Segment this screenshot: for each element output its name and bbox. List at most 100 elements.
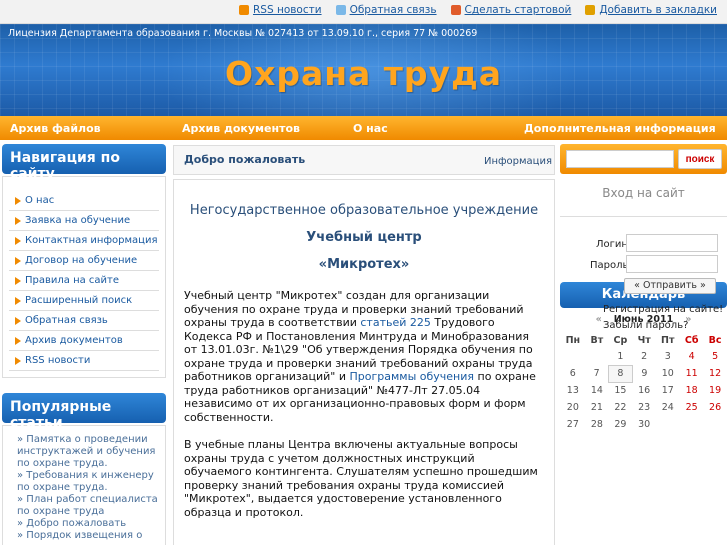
sidebar-item[interactable]: Заявка на обучение [9,211,159,231]
sidebar-item-label[interactable]: Расширенный поиск [25,295,132,306]
content-tabs: Добро пожаловать Информация [173,145,555,175]
calendar-week: 27 28 29 30 [560,416,727,433]
calendar-day[interactable]: 26 [704,399,727,416]
article-225-link[interactable]: статьей 225 [360,316,431,329]
calendar-day[interactable]: 28 [586,416,609,433]
nav-file-archive[interactable]: Архив файлов [10,122,101,135]
paragraph-2: В учебные планы Центра включены актуальн… [184,438,538,519]
top-links: RSS новости Обратная связь Сделать стартов… [238,4,717,16]
arrow-right-icon [15,196,21,205]
popular-articles: Популярные статьи » Памятка о проведении… [0,393,168,545]
forgot-password-link[interactable]: Забыли пароль? [603,320,688,331]
right-sidebar: поиск Вход на сайт Логин Пароль « Отправ… [560,144,727,433]
sidebar-item[interactable]: Архив документов [9,331,159,351]
popular-item[interactable]: » Требования к инженеру по охране труда. [17,470,159,494]
sidebar-item-label[interactable]: Обратная связь [25,315,108,326]
bookmark-icon [585,5,596,15]
sidebar-item[interactable]: Договор на обучение [9,251,159,271]
nav-about[interactable]: О нас [353,122,388,135]
search-box: поиск [560,144,727,174]
login-form: Логин Пароль « Отправить » Регистрация н… [560,216,727,372]
rss-icon [238,5,249,15]
navigation-list: О нас Заявка на обучение Контактная информ… [9,191,159,371]
password-label: Пароль [590,260,629,271]
training-program-link[interactable]: Программы обучения [350,370,475,383]
arrow-right-icon [15,256,21,265]
calendar-day[interactable]: 25 [680,399,704,416]
calendar-day[interactable]: 23 [633,399,656,416]
popular-title: Популярные статьи [2,393,166,431]
top-link-label: Добавить в закладки [599,4,717,16]
arrow-right-icon [15,236,21,245]
top-link-label: Обратная связь [349,4,437,16]
top-link-label: RSS новости [252,4,322,16]
login-label: Логин [596,239,628,250]
top-link-0[interactable]: RSS новости [238,4,322,16]
calendar-day [704,416,727,433]
popular-item[interactable]: » Памятка о проведении инструктажей и об… [17,434,159,470]
calendar-day[interactable]: 14 [586,382,609,399]
sidebar-item-label[interactable]: RSS новости [25,355,90,366]
popular-item[interactable]: » Добро пожаловать [17,518,159,530]
sidebar-item[interactable]: Правила на сайте [9,271,159,291]
mail-icon [335,5,346,15]
calendar-day[interactable]: 16 [633,382,656,399]
sidebar-item[interactable]: Обратная связь [9,311,159,331]
calendar-day[interactable]: 18 [680,382,704,399]
arrow-right-icon [15,296,21,305]
heading-name: «Микротех» [318,257,410,272]
top-link-3[interactable]: Добавить в закладки [585,4,717,16]
sidebar-item[interactable]: О нас [9,191,159,211]
tab-welcome[interactable]: Добро пожаловать [184,153,305,166]
popular-box: » Памятка о проведении инструктажей и об… [2,425,166,545]
sidebar-item-label[interactable]: Заявка на обучение [25,215,130,226]
search-input[interactable] [566,150,674,168]
top-link-2[interactable]: Сделать стартовой [450,4,571,16]
nav-documents-archive[interactable]: Архив документов [182,122,300,135]
calendar-week: 20 21 22 23 24 25 26 [560,399,727,416]
site-title: Охрана труда [225,54,502,93]
paragraph-1: Учебный центр "Микротех" создан для орга… [184,289,544,424]
tab-info[interactable]: Информация [484,156,552,167]
nav-additional-info[interactable]: Дополнительная информация [524,122,716,135]
navigation-title: Навигация по сайту [2,144,166,182]
password-input[interactable] [626,255,718,273]
sidebar-item[interactable]: RSS новости [9,351,159,371]
arrow-right-icon [15,276,21,285]
heading-center: Учебный центр [306,230,422,245]
calendar-day[interactable]: 17 [656,382,680,399]
navigation-box: О нас Заявка на обучение Контактная информ… [2,176,166,378]
calendar-day[interactable]: 21 [586,399,609,416]
sidebar-item[interactable]: Расширенный поиск [9,291,159,311]
popular-item[interactable]: » Порядок извещения о [17,530,159,542]
sidebar-item[interactable]: Контактная информация [9,231,159,251]
calendar-day[interactable]: 24 [656,399,680,416]
search-button[interactable]: поиск [678,149,722,169]
calendar-day[interactable]: 19 [704,382,727,399]
top-link-1[interactable]: Обратная связь [335,4,437,16]
main-content: Добро пожаловать Информация Негосударств… [173,145,555,545]
heading-org: Негосударственное образовательное учрежд… [189,203,539,218]
popular-item[interactable]: » План работ специалиста по охране труда [17,494,159,518]
calendar-day[interactable]: 30 [633,416,656,433]
calendar-week: 13 14 15 16 17 18 19 [560,382,727,399]
sidebar-item-label[interactable]: Контактная информация [25,235,157,246]
sidebar-item-label[interactable]: Правила на сайте [25,275,119,286]
login-input[interactable] [626,234,718,252]
sidebar-item-label[interactable]: Договор на обучение [25,255,137,266]
register-link[interactable]: Регистрация на сайте! [603,304,723,315]
calendar-day[interactable]: 29 [608,416,632,433]
sidebar-item-label[interactable]: Архив документов [25,335,123,346]
article-body: Негосударственное образовательное учрежд… [173,179,555,545]
sidebar-item-label[interactable]: О нас [25,195,54,206]
calendar-day[interactable]: 20 [560,399,586,416]
calendar-day [680,416,704,433]
calendar-day[interactable]: 15 [608,382,632,399]
calendar-day[interactable]: 13 [560,382,586,399]
top-bar: RSS новости Обратная связь Сделать стартов… [0,0,727,24]
arrow-right-icon [15,336,21,345]
calendar-day[interactable]: 22 [608,399,632,416]
submit-button[interactable]: « Отправить » [624,278,716,294]
arrow-right-icon [15,316,21,325]
calendar-day[interactable]: 27 [560,416,586,433]
